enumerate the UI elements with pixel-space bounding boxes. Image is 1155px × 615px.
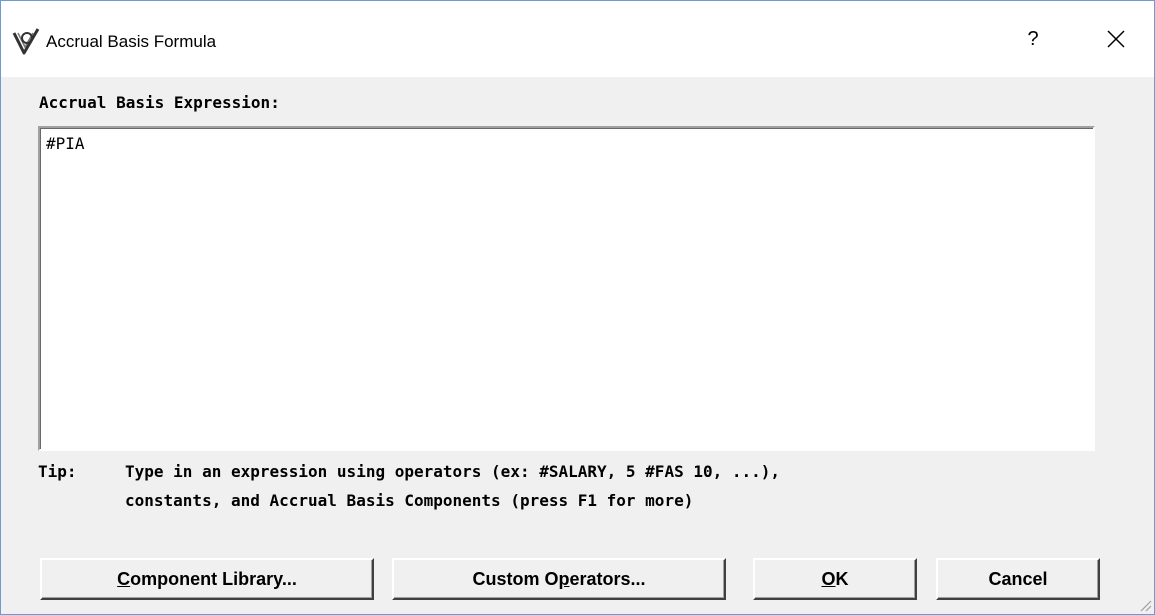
- tip-text-line-2: constants, and Accrual Basis Components …: [125, 491, 694, 510]
- custom-operators-label: Custom Operators...: [472, 569, 645, 590]
- ok-mnemonic: O: [821, 568, 836, 589]
- custom-operators-label-end: erators...: [569, 568, 646, 589]
- help-icon: ?: [1027, 27, 1039, 50]
- custom-operators-label-start: Custom O: [472, 568, 559, 589]
- window-title: Accrual Basis Formula: [46, 32, 217, 51]
- tip-label: Tip:: [38, 462, 77, 481]
- component-library-label-rest: omponent Library...: [130, 568, 297, 589]
- ok-button[interactable]: OK: [753, 558, 917, 600]
- title-bar[interactable]: Accrual Basis Formula ?: [1, 1, 1154, 77]
- dialog-window: Accrual Basis Formula ? Accrual Basis Ex…: [0, 0, 1155, 615]
- ok-label: OK: [821, 569, 848, 590]
- custom-operators-mnemonic: p: [558, 568, 570, 589]
- close-button[interactable]: [1086, 1, 1146, 77]
- app-logo-icon: [12, 28, 40, 55]
- cancel-label: Cancel: [988, 568, 1048, 589]
- component-library-button[interactable]: Component Library...: [40, 558, 374, 600]
- tip-text-line-1: Type in an expression using operators (e…: [125, 462, 781, 481]
- expression-label: Accrual Basis Expression:: [39, 93, 280, 112]
- expression-value[interactable]: #PIA: [46, 134, 85, 153]
- component-library-label: Component Library...: [117, 569, 297, 590]
- cancel-button[interactable]: Cancel: [936, 558, 1100, 600]
- component-library-mnemonic: C: [117, 568, 131, 589]
- expression-input[interactable]: #PIA: [38, 126, 1095, 451]
- resize-grip-icon[interactable]: [1138, 598, 1152, 612]
- ok-label-rest: K: [835, 568, 849, 589]
- close-icon: [1107, 30, 1125, 48]
- help-button[interactable]: ?: [1003, 1, 1063, 77]
- custom-operators-button[interactable]: Custom Operators...: [392, 558, 726, 600]
